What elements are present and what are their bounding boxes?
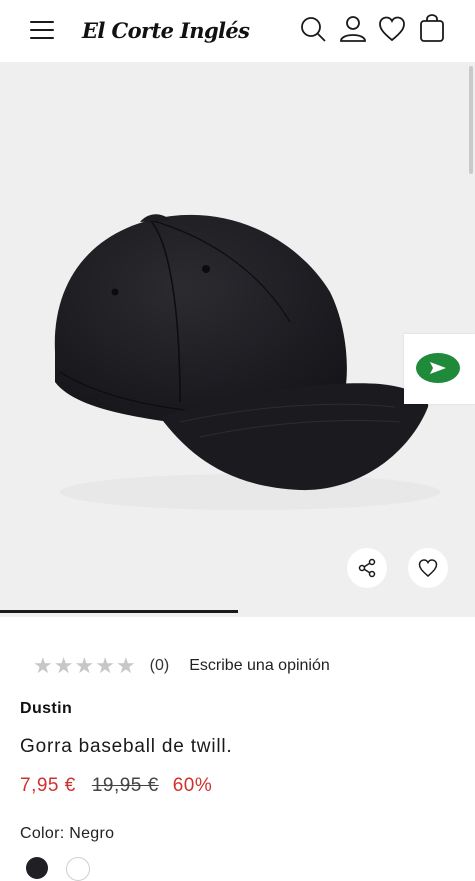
selected-color-label: Color: Negro: [20, 825, 115, 842]
current-price: 7,95 €: [20, 775, 76, 796]
brand-logo[interactable]: El Corte Inglés: [82, 14, 250, 48]
product-title: Gorra baseball de twill.: [20, 736, 233, 757]
original-price: 19,95 €: [91, 775, 159, 796]
discount-badge: 60%: [172, 775, 213, 796]
heart-icon: [418, 559, 438, 577]
write-review-link[interactable]: Escribe una opinión: [189, 657, 330, 675]
bag-icon[interactable]: [417, 14, 447, 44]
menu-line: [30, 37, 54, 39]
rating-row: ★ ★ ★ ★ ★ (0) Escribe una opinión: [33, 654, 330, 678]
star-icon: ★: [33, 653, 53, 678]
rating-stars[interactable]: ★ ★ ★ ★ ★: [33, 655, 136, 677]
gallery-progress-bar: [0, 610, 238, 613]
color-swatch-black[interactable]: [26, 857, 48, 879]
menu-icon[interactable]: [28, 16, 58, 44]
chat-widget-button[interactable]: [404, 334, 475, 404]
star-icon: ★: [115, 653, 136, 678]
star-icon: ★: [74, 653, 95, 678]
product-image-gallery[interactable]: [0, 62, 475, 617]
review-count: (0): [149, 657, 170, 674]
share-icon: [358, 558, 376, 578]
product-brand[interactable]: Dustin: [20, 700, 72, 718]
user-icon[interactable]: [338, 14, 368, 44]
top-header: El Corte Inglés: [0, 0, 475, 62]
scrollbar[interactable]: [469, 66, 473, 174]
price-row: 7,95 € 19,95 € 60%: [20, 775, 212, 797]
star-icon: ★: [95, 653, 115, 678]
star-icon: ★: [53, 653, 74, 678]
share-button[interactable]: [347, 548, 387, 588]
menu-line: [30, 29, 54, 31]
menu-line: [30, 21, 54, 23]
wishlist-button[interactable]: [408, 548, 448, 588]
color-swatch[interactable]: [66, 857, 90, 881]
chat-widget-icon: [416, 353, 460, 383]
search-icon[interactable]: [298, 14, 328, 44]
heart-icon[interactable]: [377, 14, 407, 44]
